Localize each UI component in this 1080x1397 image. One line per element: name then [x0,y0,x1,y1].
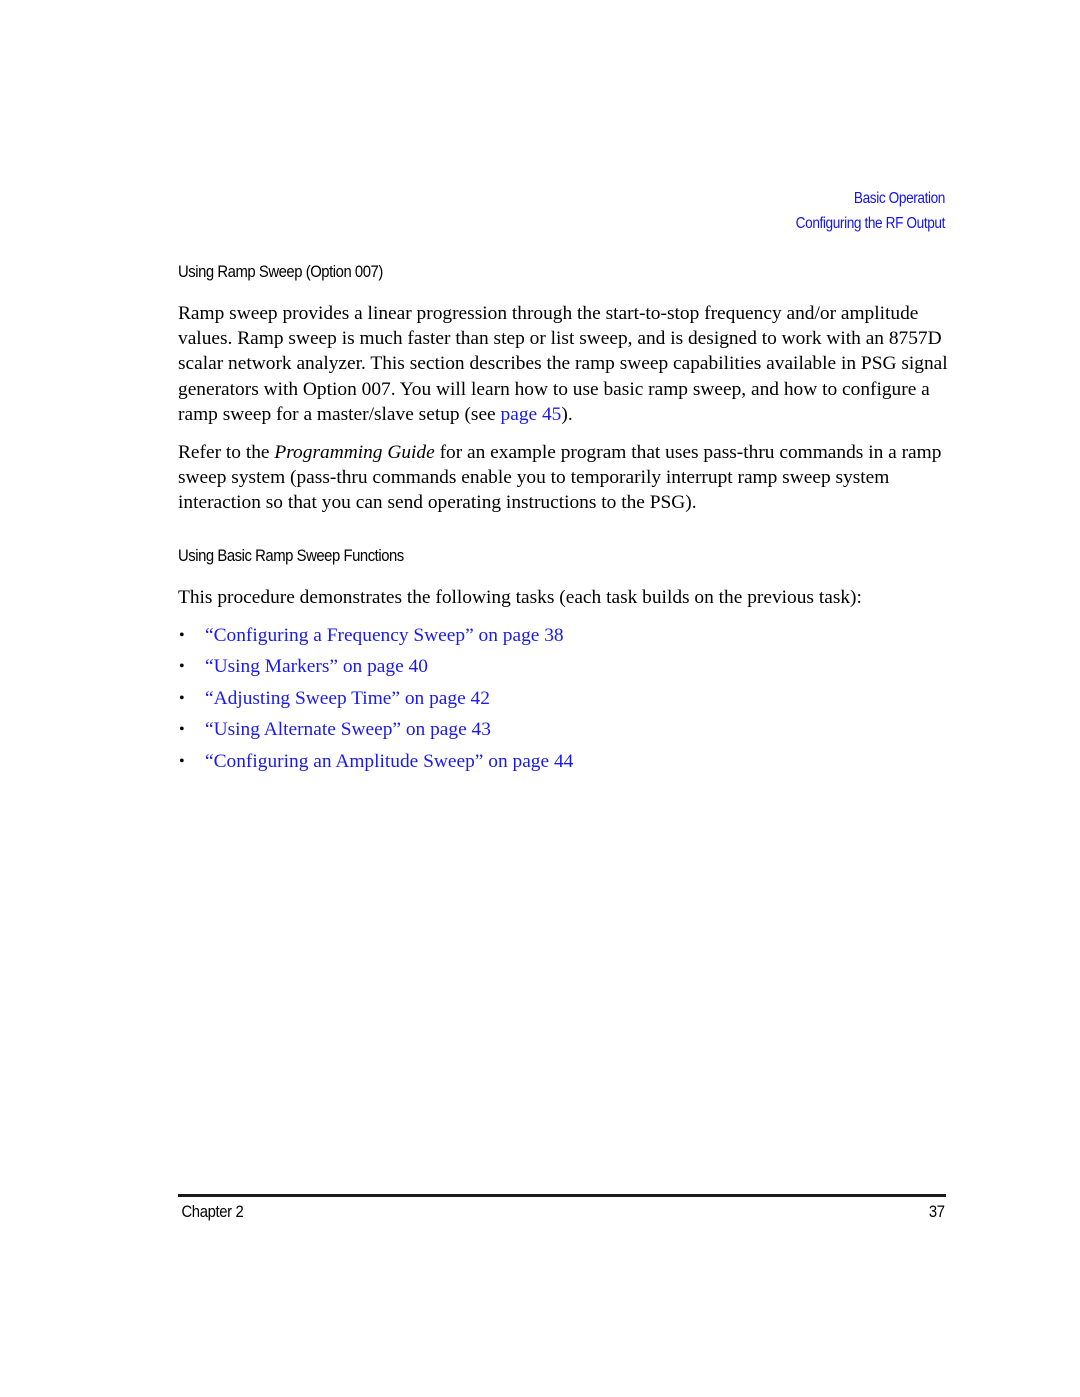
list-item[interactable]: • “Configuring a Frequency Sweep” on pag… [178,623,948,648]
section-heading-using-ramp-sweep: Using Ramp Sweep (Option 007) [178,263,383,281]
list-item[interactable]: • “Using Markers” on page 40 [178,654,948,679]
paragraph-programming-guide-reference: Refer to the Programming Guide for an ex… [178,440,948,516]
paragraph-text-part-1: Refer to the [178,442,275,464]
bullet-icon: • [179,689,185,707]
link-configuring-an-amplitude-sweep[interactable]: “Configuring an Amplitude Sweep” on page… [205,751,573,772]
link-using-markers[interactable]: “Using Markers” on page 40 [205,656,428,677]
list-item[interactable]: • “Configuring an Amplitude Sweep” on pa… [178,749,948,774]
list-item[interactable]: • “Using Alternate Sweep” on page 43 [178,717,948,742]
page-footer: Chapter 2 37 [178,1203,946,1222]
footer-chapter-label: Chapter 2 [181,1203,244,1221]
footer-divider [178,1194,946,1197]
running-header-line-1: Basic Operation [853,190,946,207]
link-configuring-a-frequency-sweep[interactable]: “Configuring a Frequency Sweep” on page … [205,625,564,646]
paragraph-procedure-intro: This procedure demonstrates the followin… [178,586,862,608]
book-title-programming-guide: Programming Guide [274,442,435,464]
bullet-icon: • [179,752,185,770]
footer-page-number: 37 [929,1203,946,1221]
running-header-line-2: Configuring the RF Output [795,215,946,232]
link-using-alternate-sweep[interactable]: “Using Alternate Sweep” on page 43 [205,719,491,740]
section-heading-basic-ramp-sweep-functions: Using Basic Ramp Sweep Functions [178,546,404,565]
bullet-icon: • [179,721,185,739]
content-column: Using Ramp Sweep (Option 007) Ramp sweep… [178,262,948,780]
cross-reference-list: • “Configuring a Frequency Sweep” on pag… [178,623,948,774]
link-adjusting-sweep-time[interactable]: “Adjusting Sweep Time” on page 42 [205,688,490,709]
document-page: Basic Operation Configuring the RF Outpu… [0,0,1080,1397]
link-page-45[interactable]: page 45 [501,404,562,425]
bullet-icon: • [179,658,185,676]
paragraph-ramp-sweep-overview: Ramp sweep provides a linear progression… [178,301,948,427]
running-header: Basic Operation Configuring the RF Outpu… [270,186,946,236]
paragraph-text-part-2: ). [561,403,573,425]
list-item[interactable]: • “Adjusting Sweep Time” on page 42 [178,686,948,711]
bullet-icon: • [179,626,185,644]
